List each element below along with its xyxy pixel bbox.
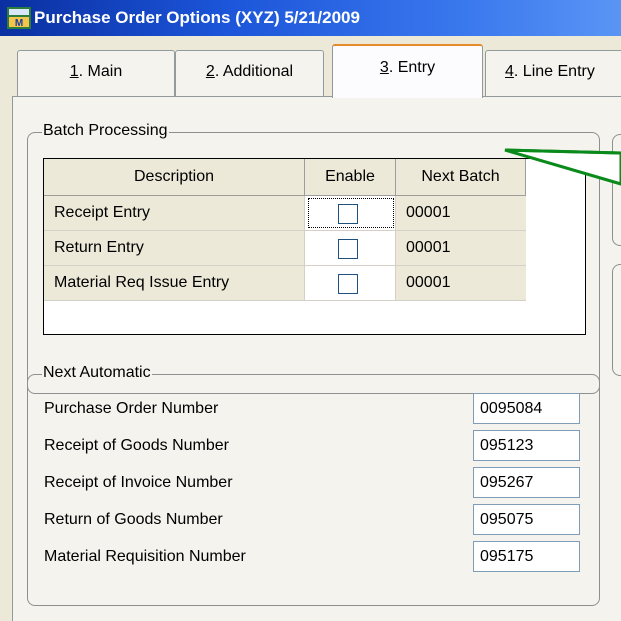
tab-entry-key: 3 [379,59,389,76]
table-row-enable-cell[interactable] [305,196,396,231]
material-requisition-number-label: Material Requisition Number [44,548,246,565]
tab-line-entry-label: . Line Entry [513,63,595,80]
receipt-of-goods-number-field[interactable] [473,430,580,461]
tab-additional[interactable]: 2. Additional [175,50,324,96]
tab-entry[interactable]: 3. Entry [332,44,483,98]
return-of-goods-number-label: Return of Goods Number [44,511,223,528]
table-row-description[interactable]: Receipt Entry [44,196,305,231]
side-group-2 [612,264,621,376]
receipt-of-goods-number-label: Receipt of Goods Number [44,437,229,454]
tab-line-entry-key: 4 [505,63,514,80]
window-title: Purchase Order Options (XYZ) 5/21/2009 [34,8,360,27]
table-row-description[interactable]: Return Entry [44,231,305,266]
tab-entry-label: . Entry [388,59,436,76]
receipt-of-invoice-number-field[interactable] [473,467,580,498]
callout-arrow [504,148,621,186]
tab-line-entry[interactable]: 4. Line Entry [485,50,621,96]
app-icon-letters: M [15,18,23,29]
column-header-description[interactable]: Description [44,159,305,196]
purchase-order-number-field[interactable] [473,393,580,424]
tab-additional-key: 2 [205,63,215,80]
table-row-next-batch[interactable]: 00001 [396,231,526,266]
return-entry-enable-checkbox[interactable] [338,239,358,259]
title-bar[interactable]: M Purchase Order Options (XYZ) 5/21/2009 [0,0,621,36]
material-req-issue-entry-enable-checkbox[interactable] [338,274,358,294]
receipt-entry-enable-checkbox[interactable] [338,204,358,224]
tab-main-label: . Main [78,63,123,80]
table-row-next-batch[interactable]: 00001 [396,196,526,231]
purchase-order-number-label: Purchase Order Number [44,400,219,417]
next-automatic-title: Next Automatic [42,364,152,382]
column-header-enable[interactable]: Enable [305,159,396,196]
app-icon: M [7,7,31,29]
batch-processing-title: Batch Processing [42,122,169,140]
return-of-goods-number-field[interactable] [473,504,580,535]
table-row-next-batch[interactable]: 00001 [396,266,526,301]
tab-main-key: 1 [69,63,79,80]
table-row-description[interactable]: Material Req Issue Entry [44,266,305,301]
tab-main[interactable]: 1. Main [17,50,175,96]
table-row-enable-cell[interactable] [305,231,396,266]
material-requisition-number-field[interactable] [473,541,580,572]
receipt-of-invoice-number-label: Receipt of Invoice Number [44,474,233,491]
table-row-enable-cell[interactable] [305,266,396,301]
tab-additional-label: . Additional [214,63,294,80]
